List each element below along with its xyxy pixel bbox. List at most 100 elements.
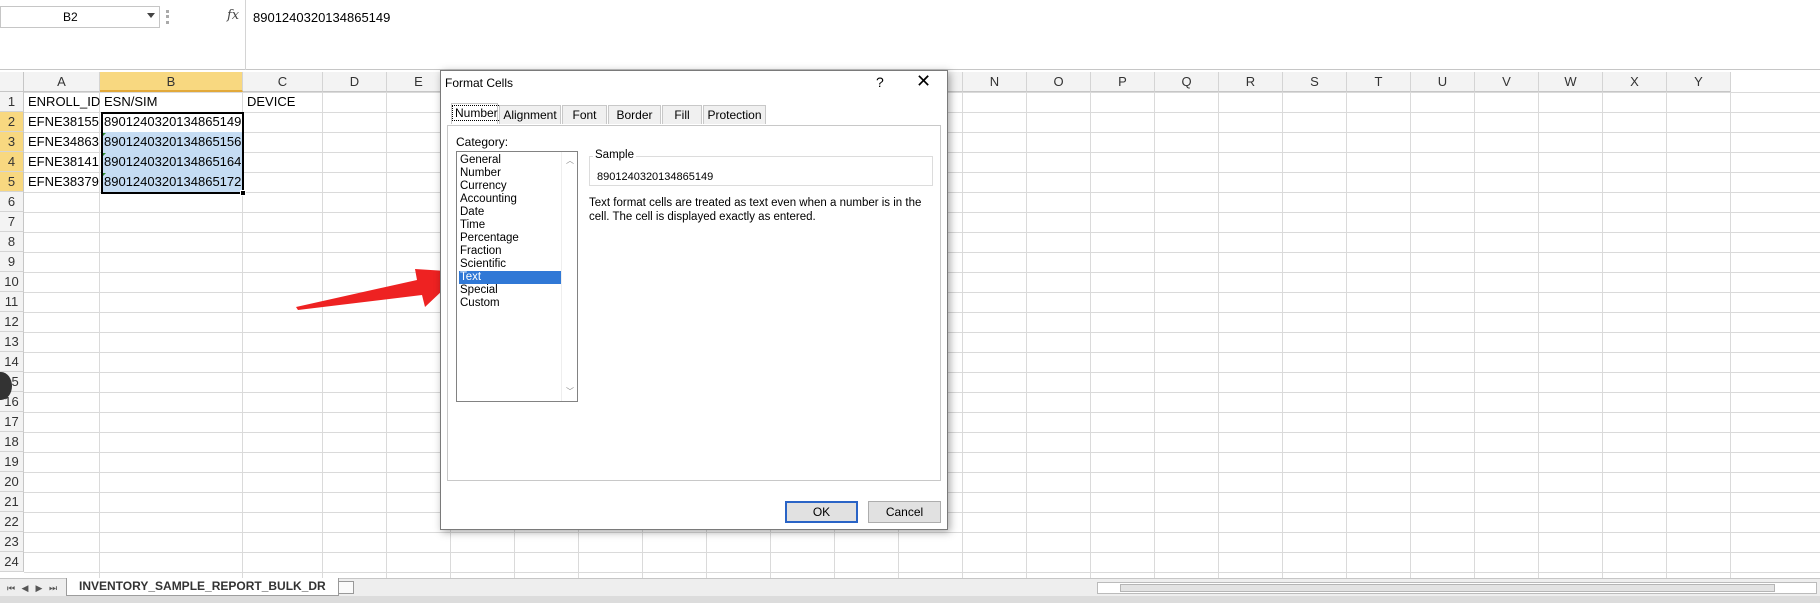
formula-input[interactable]: 8901240320134865149 [253, 10, 390, 25]
red-arrow-annotation [296, 269, 462, 310]
category-percentage[interactable]: Percentage [459, 232, 561, 245]
row-header-20[interactable]: 20 [0, 472, 24, 492]
column-header-v[interactable]: V [1475, 72, 1539, 92]
close-icon[interactable]: ✕ [916, 71, 931, 92]
chevron-down-icon[interactable] [147, 13, 155, 18]
cell-a4[interactable]: EFNE38141 [25, 152, 100, 172]
category-currency[interactable]: Currency [459, 180, 561, 193]
row-header-9[interactable]: 9 [0, 252, 24, 272]
row-header-23[interactable]: 23 [0, 532, 24, 552]
next-sheet-icon[interactable]: ▶ [34, 582, 44, 594]
column-header-n[interactable]: N [963, 72, 1027, 92]
category-time[interactable]: Time [459, 219, 561, 232]
category-label: Category: [456, 135, 509, 149]
cell-b5[interactable]: 8901240320134865172 [101, 172, 243, 192]
tab-fill[interactable]: Fill [662, 105, 702, 124]
column-gridline [1666, 92, 1667, 578]
scroll-up-icon[interactable]: ︿ [566, 155, 574, 166]
column-header-o[interactable]: O [1027, 72, 1091, 92]
tab-number[interactable]: Number [451, 103, 501, 124]
column-header-c[interactable]: C [243, 72, 323, 92]
column-header-t[interactable]: T [1347, 72, 1411, 92]
category-custom[interactable]: Custom [459, 297, 561, 310]
formula-bar-grip[interactable] [162, 8, 210, 26]
row-header-2[interactable]: 2 [0, 112, 24, 132]
tab-protection[interactable]: Protection [703, 105, 766, 124]
prev-sheet-icon[interactable]: ◀ [20, 582, 30, 594]
category-number[interactable]: Number [459, 167, 561, 180]
cancel-button[interactable]: Cancel [868, 501, 941, 523]
first-sheet-icon[interactable]: ⏮ [6, 582, 16, 594]
cell-a5[interactable]: EFNE38379 [25, 172, 100, 192]
row-header-14[interactable]: 14 [0, 352, 24, 372]
category-general[interactable]: General [459, 154, 561, 167]
tab-font[interactable]: Font [562, 105, 607, 124]
column-header-p[interactable]: P [1091, 72, 1155, 92]
column-header-d[interactable]: D [323, 72, 387, 92]
cell-a3[interactable]: EFNE34863 [25, 132, 100, 152]
row-header-17[interactable]: 17 [0, 412, 24, 432]
insert-function-icon[interactable]: fx [227, 8, 239, 23]
ok-button[interactable]: OK [785, 501, 858, 523]
sample-value: 8901240320134865149 [597, 171, 714, 183]
cell-b2[interactable]: 8901240320134865149 [101, 112, 243, 132]
select-all-corner[interactable] [0, 72, 24, 92]
row-header-3[interactable]: 3 [0, 132, 24, 152]
row-header-22[interactable]: 22 [0, 512, 24, 532]
cell-b1[interactable]: ESN/SIM [101, 92, 243, 112]
tab-alignment[interactable]: Alignment [499, 105, 561, 124]
category-special[interactable]: Special [459, 284, 561, 297]
row-header-19[interactable]: 19 [0, 452, 24, 472]
category-date[interactable]: Date [459, 206, 561, 219]
column-header-b[interactable]: B [100, 72, 243, 92]
category-scientific[interactable]: Scientific [459, 258, 561, 271]
column-header-x[interactable]: X [1603, 72, 1667, 92]
cell-a1[interactable]: ENROLL_ID [25, 92, 100, 112]
row-header-7[interactable]: 7 [0, 212, 24, 232]
row-header-4[interactable]: 4 [0, 152, 24, 172]
cell-b3[interactable]: 8901240320134865156 [101, 132, 243, 152]
row-header-10[interactable]: 10 [0, 272, 24, 292]
help-icon[interactable]: ? [876, 74, 884, 90]
row-header-18[interactable]: 18 [0, 432, 24, 452]
row-header-8[interactable]: 8 [0, 232, 24, 252]
category-fraction[interactable]: Fraction [459, 245, 561, 258]
column-gridline [1090, 92, 1091, 578]
cell-b4[interactable]: 8901240320134865164 [101, 152, 243, 172]
category-list[interactable]: General Number Currency Accounting Date … [456, 151, 578, 402]
column-gridline [1730, 92, 1731, 578]
formula-bar-divider [245, 0, 246, 70]
scrollbar-thumb[interactable] [1120, 584, 1775, 592]
column-header-y[interactable]: Y [1667, 72, 1731, 92]
column-header-a[interactable]: A [24, 72, 100, 92]
row-header-5[interactable]: 5 [0, 172, 24, 192]
row-header-1[interactable]: 1 [0, 92, 24, 112]
cell-a2[interactable]: EFNE38155 [25, 112, 100, 132]
row-header-13[interactable]: 13 [0, 332, 24, 352]
sheet-tab-bar: ⏮ ◀ ▶ ⏭ INVENTORY_SAMPLE_REPORT_BULK_DR [0, 578, 1820, 596]
row-header-11[interactable]: 11 [0, 292, 24, 312]
last-sheet-icon[interactable]: ⏭ [48, 582, 58, 594]
row-header-24[interactable]: 24 [0, 552, 24, 572]
row-header-12[interactable]: 12 [0, 312, 24, 332]
tab-border[interactable]: Border [608, 105, 661, 124]
formula-bar-area: B2 fx 8901240320134865149 [0, 0, 1820, 70]
fill-handle[interactable] [240, 190, 246, 196]
category-accounting[interactable]: Accounting [459, 193, 561, 206]
column-header-q[interactable]: Q [1155, 72, 1219, 92]
column-header-s[interactable]: S [1283, 72, 1347, 92]
insert-sheet-icon[interactable] [338, 581, 354, 594]
scroll-down-icon[interactable]: ﹀ [566, 386, 574, 397]
category-text[interactable]: Text [459, 271, 561, 284]
cell-c1[interactable]: DEVICE [244, 92, 324, 112]
column-gridline [1474, 92, 1475, 578]
row-header-21[interactable]: 21 [0, 492, 24, 512]
column-header-w[interactable]: W [1539, 72, 1603, 92]
name-box[interactable]: B2 [0, 6, 160, 28]
category-scrollbar[interactable]: ︿ ﹀ [561, 152, 577, 401]
sheet-tab[interactable]: INVENTORY_SAMPLE_REPORT_BULK_DR [66, 578, 339, 596]
column-header-u[interactable]: U [1411, 72, 1475, 92]
horizontal-scrollbar[interactable] [1097, 582, 1817, 594]
row-header-6[interactable]: 6 [0, 192, 24, 212]
column-header-r[interactable]: R [1219, 72, 1283, 92]
